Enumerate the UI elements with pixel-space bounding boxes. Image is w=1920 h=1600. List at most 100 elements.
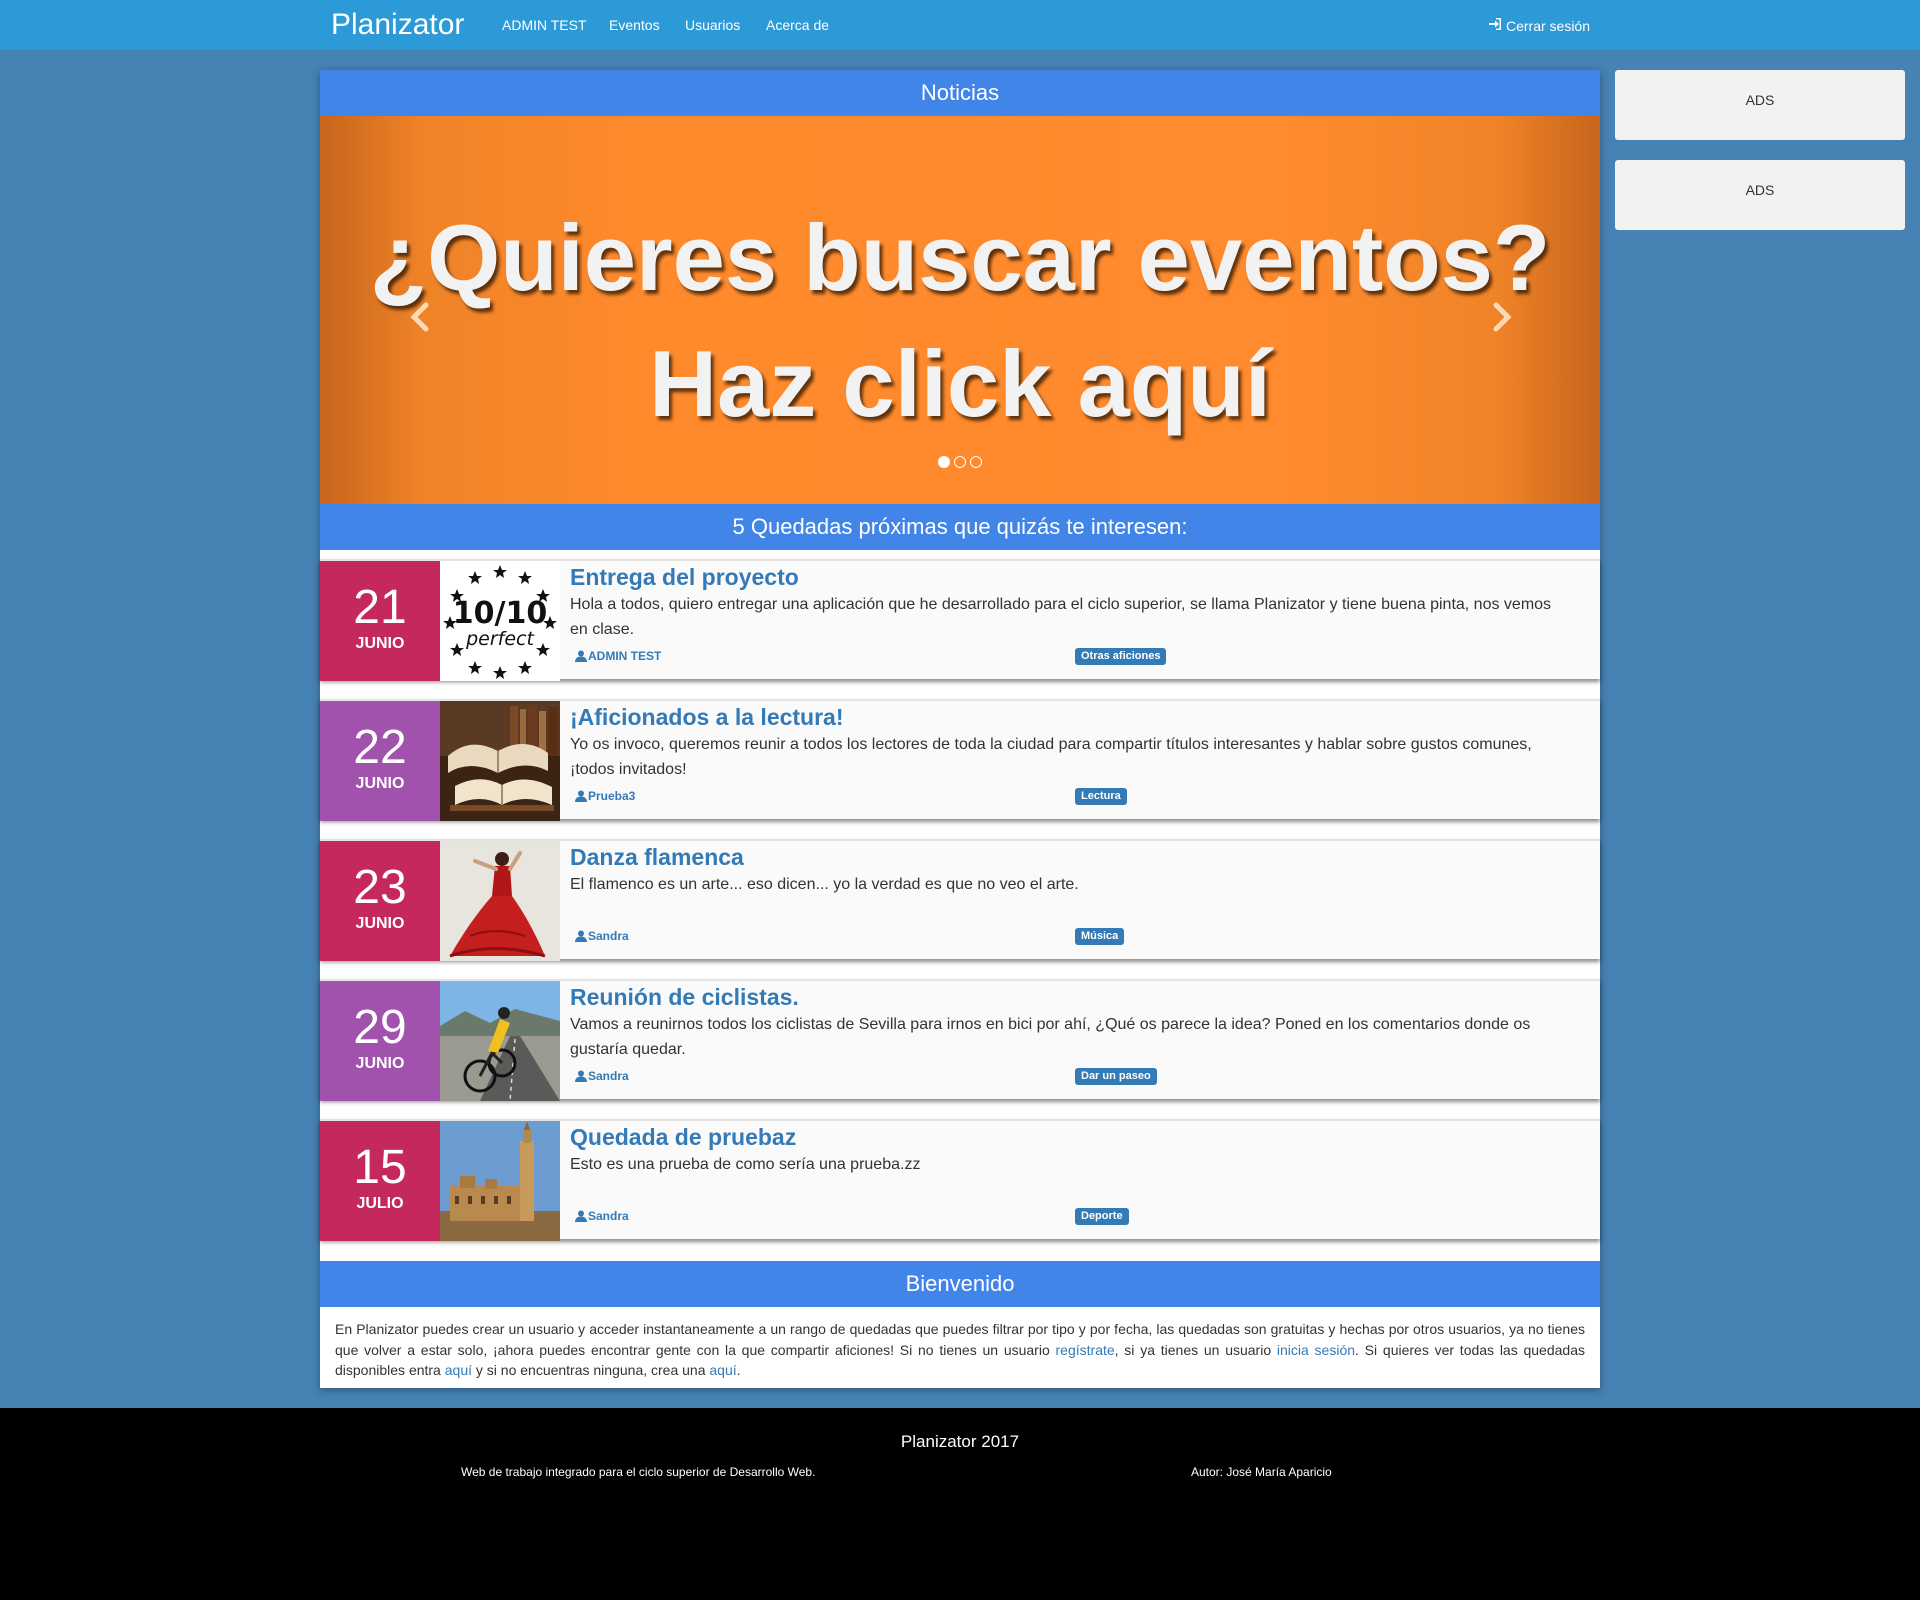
carousel-next-button[interactable] xyxy=(1487,299,1517,335)
event-date: 15 JULIO xyxy=(320,1121,440,1241)
login-link[interactable]: inicia sesión xyxy=(1277,1342,1355,1358)
upcoming-header: 5 Quedadas próximas que quizás te intere… xyxy=(320,504,1600,550)
main-panel: Noticias ¿Quieres buscar eventos? Haz cl… xyxy=(320,70,1600,1388)
footer: Planizator 2017 Web de trabajo integrado… xyxy=(0,1408,1920,1600)
event-author-name: Sandra xyxy=(588,929,629,943)
event-month: JUNIO xyxy=(355,915,405,932)
event-day: 23 xyxy=(353,861,407,914)
carousel-dot-1[interactable] xyxy=(938,456,950,468)
carousel-dot-2[interactable] xyxy=(954,456,966,468)
news-header: Noticias xyxy=(320,70,1600,116)
nav-link-usuarios[interactable]: Usuarios xyxy=(685,17,740,33)
nav-link-acerca-de[interactable]: Acerca de xyxy=(766,17,829,33)
nav-link-admin-test[interactable]: ADMIN TEST xyxy=(502,17,587,33)
event-day: 29 xyxy=(353,1001,407,1054)
event-description: Yo os invoco, queremos reunir a todos lo… xyxy=(570,736,1532,778)
slide-headline[interactable]: ¿Quieres buscar eventos? xyxy=(320,208,1600,308)
event-title[interactable]: Reunión de ciclistas. xyxy=(570,983,799,1011)
event-description: Vamos a reunirnos todos los ciclistas de… xyxy=(570,1016,1531,1058)
event-title[interactable]: Danza flamenca xyxy=(570,843,744,871)
event-day: 15 xyxy=(353,1141,407,1194)
carousel-indicators xyxy=(320,456,1600,468)
event-title[interactable]: Quedada de pruebaz xyxy=(570,1123,796,1151)
event-author-name: Sandra xyxy=(588,1209,629,1223)
event-author[interactable]: Sandra xyxy=(575,929,629,943)
nav-link-eventos[interactable]: Eventos xyxy=(609,17,660,33)
svg-text:perfect: perfect xyxy=(465,628,535,650)
event-image[interactable] xyxy=(440,981,560,1101)
event-author-name: Prueba3 xyxy=(588,789,636,803)
event-author[interactable]: Prueba3 xyxy=(575,789,635,803)
event-day: 22 xyxy=(353,721,407,774)
news-carousel[interactable]: ¿Quieres buscar eventos? Haz click aquí xyxy=(320,116,1600,504)
event-day: 21 xyxy=(353,581,407,634)
footer-description: Web de trabajo integrado para el ciclo s… xyxy=(461,1465,816,1479)
logout-button[interactable]: Cerrar sesión xyxy=(1488,17,1590,34)
open-books-photo-icon xyxy=(440,701,560,821)
event-image[interactable] xyxy=(440,701,560,821)
event-author[interactable]: ADMIN TEST xyxy=(575,649,661,663)
slide-call-to-action[interactable]: Haz click aquí xyxy=(320,334,1600,434)
user-icon xyxy=(575,790,587,802)
create-event-link[interactable]: aquí xyxy=(709,1362,736,1378)
flamenco-dancer-photo-icon xyxy=(440,841,560,961)
event-author-name: Sandra xyxy=(588,1069,629,1083)
event-description: El flamenco es un arte... eso dicen... y… xyxy=(570,876,1079,893)
ten-out-of-ten-badge-icon: 10/10 perfect xyxy=(440,561,560,681)
event-card[interactable]: 15 JULIO Quedada de pruebaz Esto es una … xyxy=(320,1119,1600,1241)
ad-slot[interactable]: ADS xyxy=(1615,70,1905,140)
event-title[interactable]: Entrega del proyecto xyxy=(570,563,799,591)
ad-slot[interactable]: ADS xyxy=(1615,160,1905,230)
giralda-tower-photo-icon xyxy=(440,1121,560,1241)
event-category-tag[interactable]: Otras aficiones xyxy=(1075,648,1167,665)
event-author[interactable]: Sandra xyxy=(575,1069,629,1083)
carousel-dot-3[interactable] xyxy=(970,456,982,468)
event-category-tag[interactable]: Lectura xyxy=(1075,788,1127,805)
event-author[interactable]: Sandra xyxy=(575,1209,629,1223)
user-icon xyxy=(575,1070,587,1082)
event-author-name: ADMIN TEST xyxy=(588,649,662,663)
all-events-link[interactable]: aquí xyxy=(445,1362,472,1378)
welcome-text-part: . xyxy=(736,1362,741,1378)
event-category-tag[interactable]: Deporte xyxy=(1075,1208,1129,1225)
chevron-left-icon xyxy=(410,302,429,332)
brand-logo[interactable]: Planizator xyxy=(331,8,464,42)
footer-author: Autor: José María Aparicio xyxy=(1191,1465,1332,1479)
event-description: Esto es una prueba de como sería una pru… xyxy=(570,1156,921,1173)
log-in-icon xyxy=(1488,17,1502,34)
event-date: 29 JUNIO xyxy=(320,981,440,1101)
logout-label: Cerrar sesión xyxy=(1505,17,1590,34)
user-icon xyxy=(575,930,587,942)
welcome-text: En Planizator puedes crear un usuario y … xyxy=(335,1319,1585,1381)
event-description: Hola a todos, quiero entregar una aplica… xyxy=(570,596,1552,638)
event-month: JULIO xyxy=(356,1195,404,1212)
event-date: 23 JUNIO xyxy=(320,841,440,961)
event-date: 21 JUNIO xyxy=(320,561,440,681)
svg-text:10/10: 10/10 xyxy=(453,596,547,631)
event-image[interactable] xyxy=(440,841,560,961)
user-icon xyxy=(575,650,587,662)
event-category-tag[interactable]: Música xyxy=(1075,928,1125,945)
carousel-prev-button[interactable] xyxy=(405,299,435,335)
event-month: JUNIO xyxy=(355,1055,405,1072)
user-icon xyxy=(575,1210,587,1222)
cyclist-photo-icon xyxy=(440,981,560,1101)
event-image[interactable] xyxy=(440,1121,560,1241)
footer-title: Planizator 2017 xyxy=(900,1432,1020,1451)
welcome-header: Bienvenido xyxy=(320,1261,1600,1307)
event-card[interactable]: 29 JUNIO Reunión de ciclistas. Vamos a r… xyxy=(320,979,1600,1101)
event-month: JUNIO xyxy=(355,775,405,792)
event-month: JUNIO xyxy=(355,635,405,652)
event-image[interactable]: 10/10 perfect xyxy=(440,561,560,681)
chevron-right-icon xyxy=(1493,302,1512,332)
navbar: Planizator ADMIN TEST Eventos Usuarios A… xyxy=(0,0,1920,50)
event-card[interactable]: 21 JUNIO 10/10 perfect Entrega del proye… xyxy=(320,559,1600,681)
register-link[interactable]: regístrate xyxy=(1056,1342,1115,1358)
event-card[interactable]: 22 JUNIO ¡Aficionados a la lectura! Yo o… xyxy=(320,699,1600,821)
event-date: 22 JUNIO xyxy=(320,701,440,821)
welcome-text-part: y si no encuentras ninguna, crea una xyxy=(472,1362,710,1378)
welcome-text-part: , si ya tienes un usuario xyxy=(1114,1341,1277,1358)
event-title[interactable]: ¡Aficionados a la lectura! xyxy=(570,703,844,731)
event-category-tag[interactable]: Dar un paseo xyxy=(1075,1068,1157,1085)
event-card[interactable]: 23 JUNIO Danza flamenca El flamenco es u… xyxy=(320,839,1600,961)
